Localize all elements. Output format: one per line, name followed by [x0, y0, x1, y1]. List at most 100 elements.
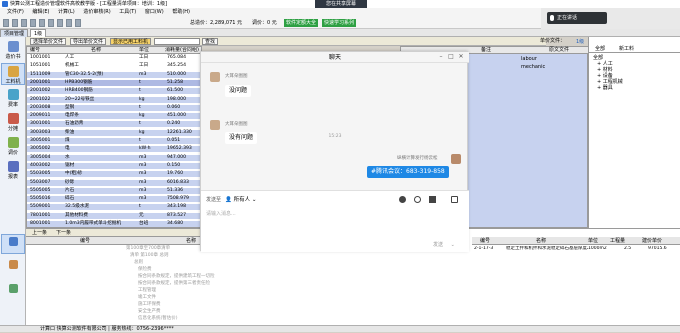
save-icon[interactable]: [21, 19, 27, 27]
table-row[interactable]: 8001001 1.0m3内履带式单斗挖掘机 台班 34.680: [27, 221, 201, 227]
select-price-file-button[interactable]: 选择单价文件: [30, 38, 67, 45]
search-input[interactable]: [154, 38, 200, 45]
tree-tools[interactable]: + 器具: [597, 85, 613, 91]
header-price-r[interactable]: 建价单价: [642, 237, 662, 245]
tree-row[interactable]: 工程管理: [26, 288, 469, 294]
cell-qty: 873.527: [167, 212, 186, 218]
undo-icon[interactable]: [39, 19, 45, 27]
table-row[interactable]: 3001001 石油沥青 t 0.240: [27, 121, 201, 128]
tree-row[interactable]: 施工环保费: [26, 302, 469, 308]
tab-level1[interactable]: 1级: [30, 29, 47, 37]
header-qty[interactable]: 消耗量(合同组): [165, 47, 199, 54]
table-row[interactable]: 1001001 人工 工日 765.084: [27, 55, 201, 61]
header-name-r[interactable]: 名称: [536, 237, 546, 245]
clock-icon[interactable]: [414, 196, 421, 203]
table-row[interactable]: 2001002 HRB400钢筋 t 61.500: [27, 88, 201, 95]
show-used-button[interactable]: 显示已用工料机: [110, 38, 152, 45]
header-name[interactable]: 名称: [91, 47, 101, 54]
table-row[interactable]: 3005001 煤 t 0.051: [27, 138, 201, 144]
header-source[interactable]: 原文文件: [549, 47, 569, 54]
tree-row[interactable]: 安全生产费: [26, 309, 469, 315]
header-code[interactable]: 编号: [30, 47, 40, 54]
menu-help[interactable]: 帮助(H): [172, 8, 190, 17]
next-button[interactable]: 下一条: [56, 229, 71, 237]
file-icon[interactable]: [429, 196, 436, 203]
menu-file[interactable]: 文件(F): [7, 8, 24, 17]
header-code[interactable]: 编号: [80, 237, 90, 245]
table-row[interactable]: 1051001 机械工 工日 345.254: [27, 63, 201, 70]
header-unit[interactable]: 单位: [139, 47, 149, 54]
menu-audit[interactable]: 造价审核(R): [83, 8, 110, 17]
table-row[interactable]: 5505016 碎石 m3 7508.979: [27, 196, 201, 203]
header-remark[interactable]: 备注: [481, 47, 491, 54]
nav-material-calc[interactable]: [1, 258, 25, 278]
tree-row[interactable]: 信息化系统(暂估价): [26, 316, 469, 322]
open-icon[interactable]: [12, 19, 18, 27]
menu-calc[interactable]: 计算(L): [58, 8, 75, 17]
search-button[interactable]: 查找: [202, 38, 219, 45]
nav-labor-material[interactable]: 工料机: [1, 63, 25, 85]
nav-show-all[interactable]: [1, 234, 25, 254]
nav-price-adjust[interactable]: 调价: [1, 135, 25, 157]
table-row[interactable]: 3005002 电 kW·h 19652.393: [27, 146, 201, 153]
table-row[interactable]: 5509001 32.5级水泥 t 343.198: [27, 204, 201, 211]
print-icon[interactable]: [30, 19, 36, 27]
table-row[interactable]: 5505005 片石 m3 51.336: [27, 187, 201, 194]
table-row[interactable]: 3003003 柴油 kg 12261.330: [27, 129, 201, 136]
calculator-icon[interactable]: [57, 19, 63, 27]
export-price-file-button[interactable]: 导出单价文件: [70, 38, 107, 45]
tab-all[interactable]: 全部: [595, 45, 605, 53]
tree-row[interactable]: 保险费: [26, 267, 469, 273]
tree-row[interactable]: 竣工文件: [26, 295, 469, 301]
nav-cost-book[interactable]: 造价书: [1, 39, 25, 61]
cell-unit: 台班: [139, 221, 149, 226]
table-row[interactable]: 2001001 HPB300钢筋 t 51.258: [27, 79, 201, 86]
tree-row[interactable]: 按合同条款规定，提供建筑工程一切险: [26, 274, 469, 280]
header-code-r[interactable]: 编号: [480, 237, 490, 245]
screen-share-badge[interactable]: 您在共享屏幕: [315, 0, 367, 8]
table-row[interactable]: 1511009 管C30-32.5-2(预) m3 510.000: [27, 71, 201, 78]
nav-machine-fee[interactable]: [1, 282, 25, 302]
table-row[interactable]: 5503007 砂砾 m3 6016.833: [27, 179, 201, 186]
tree-row[interactable]: 总则: [26, 260, 469, 266]
message-input[interactable]: 请输入消息...: [206, 210, 236, 217]
tab-new-material[interactable]: 新工料: [619, 45, 634, 53]
header-unit-r[interactable]: 单位: [588, 237, 598, 245]
settings-icon[interactable]: [75, 19, 81, 27]
quick-learn-button[interactable]: 快速学习系列: [322, 19, 357, 27]
table-row[interactable]: 2003008 型钢 t 0.060: [27, 104, 201, 111]
maximize-icon[interactable]: □: [447, 53, 455, 61]
header-name[interactable]: 名称: [186, 237, 196, 245]
redo-icon[interactable]: [48, 19, 54, 27]
menu-tools[interactable]: 工具(T): [119, 8, 136, 17]
more-icon[interactable]: [451, 196, 458, 203]
header-qty-r[interactable]: 工程量: [610, 237, 625, 245]
tab-project-management[interactable]: 项目管理: [0, 29, 29, 37]
table-row[interactable]: 7801001 其他材料费 元 873.527: [27, 212, 201, 219]
minimize-icon[interactable]: –: [437, 53, 445, 61]
new-icon[interactable]: [3, 19, 9, 27]
tree-row[interactable]: 清单 第100章 总则: [26, 253, 469, 259]
table-row[interactable]: 3005004 水 m3 947.000: [27, 154, 201, 161]
tree-row[interactable]: 按合同条款规定，提供第三者责任险: [26, 281, 469, 287]
emoji-icon[interactable]: [399, 196, 406, 203]
cell-code: 2001002: [30, 88, 51, 94]
table-row[interactable]: 2001022 20~22号铁丝 kg 198.000: [27, 96, 201, 103]
prev-button[interactable]: 上一条: [32, 229, 47, 237]
cell-name: 机械工: [65, 63, 79, 69]
nav-allocation[interactable]: 分摊: [1, 111, 25, 133]
menu-edit[interactable]: 编辑(E): [32, 8, 49, 17]
cell-unit: m3: [139, 196, 147, 202]
close-icon[interactable]: ✕: [457, 53, 465, 61]
quota-library-button[interactable]: 软件定额大全: [284, 19, 319, 27]
table-row[interactable]: 2009011 电焊条 kg 451.000: [27, 113, 201, 120]
send-button[interactable]: 发送 ⌄: [433, 241, 455, 248]
table-row[interactable]: 4003002 锯材 m3 0.150: [27, 162, 201, 169]
report-icon[interactable]: [66, 19, 72, 27]
nav-report[interactable]: 报表: [1, 159, 25, 181]
detail-row-right[interactable]: 2-1-17-3 稳定土拌和机拌和水泥稳定碎石基层厚度20cm 1000m2 2…: [472, 246, 680, 252]
nav-rate[interactable]: 费率: [1, 87, 25, 109]
recipient-dropdown[interactable]: 👤 所有人 ⌄: [225, 195, 256, 203]
table-row[interactable]: 5503005 中(粗)砂 m3 19.760: [27, 171, 201, 178]
menu-window[interactable]: 窗口(W): [145, 8, 164, 17]
